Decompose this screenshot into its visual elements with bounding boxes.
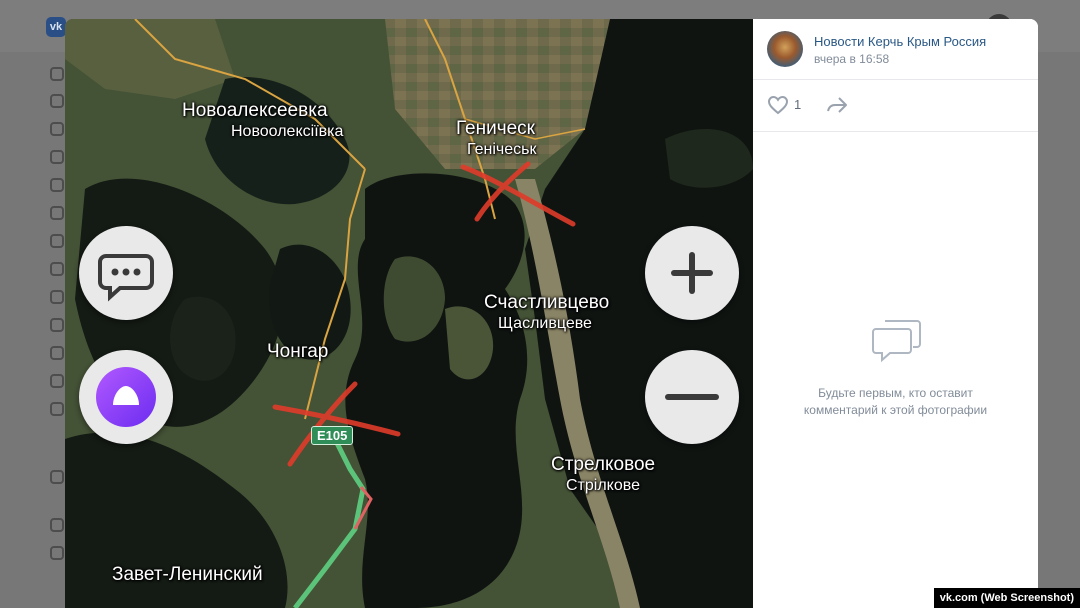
- market-icon[interactable]: [50, 402, 64, 416]
- friends-icon[interactable]: [50, 178, 64, 192]
- communities-icon[interactable]: [50, 206, 64, 220]
- group-name-link[interactable]: Новости Керчь Крым Россия: [814, 34, 986, 49]
- calls-icon[interactable]: [50, 150, 64, 164]
- label-genichesk: Геническ: [456, 118, 535, 139]
- like-count[interactable]: 1: [794, 97, 801, 112]
- label-chongar: Чонгар: [267, 341, 329, 362]
- clips-icon[interactable]: [50, 318, 64, 332]
- label-genichesk-ua: Генічеськ: [467, 141, 537, 158]
- music-icon[interactable]: [50, 262, 64, 276]
- group-avatar[interactable]: [767, 31, 803, 67]
- post-actions: 1: [753, 79, 1038, 132]
- chat-bubble-icon: [98, 254, 154, 302]
- vk-logo[interactable]: vk: [46, 17, 66, 37]
- comments-icon: [872, 320, 921, 363]
- alice-assistant-icon: [96, 367, 156, 427]
- empty-comments-text: Будьте первым, кто оставит комментарий к…: [783, 385, 1008, 419]
- route-shield: E105: [311, 426, 354, 445]
- bookmarks-icon[interactable]: [50, 518, 64, 532]
- share-arrow-icon[interactable]: [825, 93, 849, 117]
- heart-icon[interactable]: [766, 93, 790, 117]
- photo-viewer: Новоалексеевка Новоолексіївка Геническ Г…: [65, 19, 1038, 608]
- watermark: vk.com (Web Screenshot): [933, 588, 1080, 608]
- label-schastlivtsevo: Счастливцево: [484, 292, 610, 313]
- minus-icon: [665, 394, 719, 400]
- label-novoalekseevka-ua: Новоолексіївка: [231, 123, 344, 140]
- news-icon[interactable]: [50, 94, 64, 108]
- label-zavet-leninsky: Завет-Ленинский: [112, 564, 263, 585]
- photos-icon[interactable]: [50, 234, 64, 248]
- zoom-out-button[interactable]: [645, 350, 739, 444]
- label-schastlivtsevo-ua: Щасливцеве: [498, 315, 592, 332]
- label-strelkovoe: Стрелковое: [551, 454, 656, 475]
- post-panel: Новости Керчь Крым Россия вчера в 16:58 …: [753, 19, 1038, 608]
- profile-icon[interactable]: [50, 67, 64, 81]
- zoom-in-button[interactable]: [645, 226, 739, 320]
- games-icon[interactable]: [50, 346, 64, 360]
- video-icon[interactable]: [50, 290, 64, 304]
- map-photo[interactable]: Новоалексеевка Новоолексіївка Геническ Г…: [65, 19, 753, 608]
- label-strelkovoe-ua: Стрілкове: [566, 477, 640, 494]
- plus-icon: [671, 252, 713, 294]
- post-header: Новости Керчь Крым Россия вчера в 16:58: [753, 19, 1038, 80]
- stickers-icon[interactable]: [50, 374, 64, 388]
- alice-button[interactable]: [79, 350, 173, 444]
- services-icon[interactable]: [50, 470, 64, 484]
- chat-button[interactable]: [79, 226, 173, 320]
- label-novoalekseevka: Новоалексеевка: [182, 100, 328, 121]
- ads-icon[interactable]: [50, 546, 64, 560]
- empty-comments-line-1: Будьте первым, кто оставит: [818, 386, 973, 400]
- empty-comments-line-2: комментарий к этой фотографии: [803, 403, 988, 417]
- post-timestamp[interactable]: вчера в 16:58: [814, 52, 889, 66]
- messenger-icon[interactable]: [50, 122, 64, 136]
